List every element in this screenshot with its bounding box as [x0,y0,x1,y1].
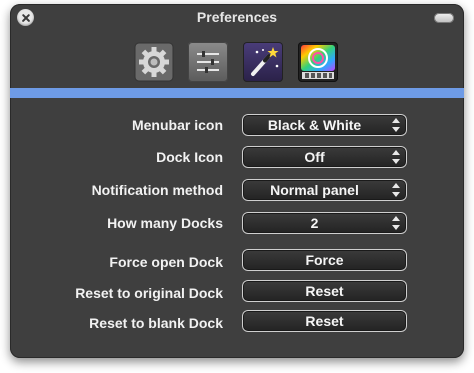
dock-icon[interactable] [298,42,338,82]
reset-blank-dock-label: Reset to blank Dock [89,315,223,331]
up-down-arrows-icon [392,182,400,198]
dock-icon-select[interactable]: Off [242,146,407,168]
how-many-docks-value: 2 [310,215,319,231]
toolbar [10,34,464,86]
title-bar[interactable]: Preferences [10,4,464,32]
magic-wand-icon[interactable] [243,42,283,82]
reset-blank-button[interactable]: Reset [242,310,407,332]
preferences-window: Preferences Menubar icon Black & White D… [10,4,464,358]
window-title: Preferences [196,9,278,25]
up-down-arrows-icon [392,149,400,165]
dock-icon-value: Off [304,149,325,165]
selected-pane-indicator [10,88,464,98]
dock-icon-label: Dock Icon [156,149,223,165]
notification-method-select[interactable]: Normal panel [242,179,407,201]
force-open-dock-label: Force open Dock [109,254,223,270]
notification-method-value: Normal panel [270,182,359,198]
menubar-icon-value: Black & White [267,117,362,133]
notification-method-label: Notification method [91,182,223,198]
gear-icon[interactable] [134,42,174,82]
toolbar-toggle-button[interactable] [434,13,454,23]
up-down-arrows-icon [392,215,400,231]
how-many-docks-label: How many Docks [107,215,223,231]
menubar-icon-label: Menubar icon [131,117,223,133]
menubar-icon-select[interactable]: Black & White [242,114,407,136]
up-down-arrows-icon [392,117,400,133]
reset-original-dock-label: Reset to original Dock [75,285,223,301]
reset-original-button[interactable]: Reset [242,280,407,302]
force-button[interactable]: Force [242,249,407,271]
sliders-icon[interactable] [188,42,228,82]
how-many-docks-select[interactable]: 2 [242,212,407,234]
